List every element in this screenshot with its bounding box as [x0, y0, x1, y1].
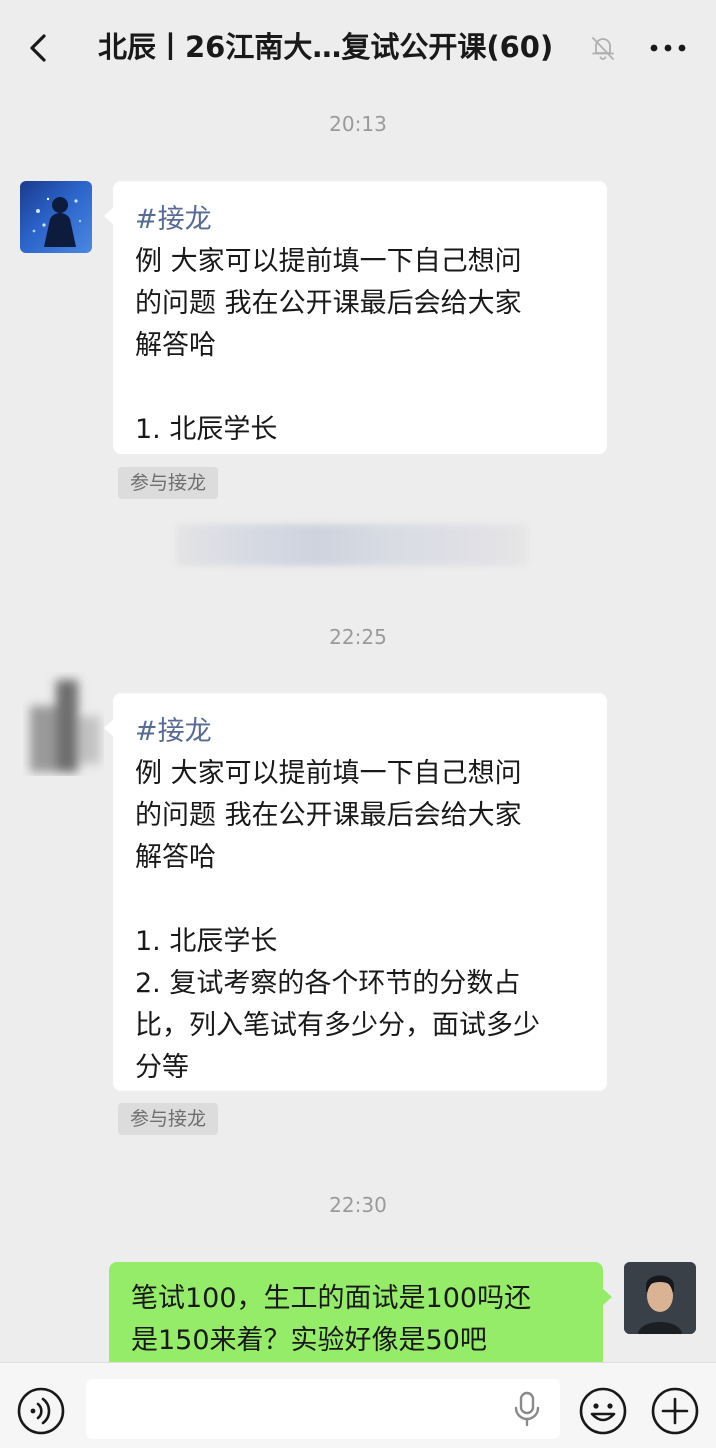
- voice-icon[interactable]: [16, 1386, 66, 1436]
- avatar-figure-icon: [32, 197, 82, 247]
- emoji-icon[interactable]: [578, 1386, 628, 1436]
- message-line: 例 大家可以提前填一下自己想问: [135, 246, 522, 277]
- avatar-person-icon: [624, 1262, 696, 1334]
- message-line: 解答哈: [135, 330, 216, 361]
- message-line: 笔试100，生工的面试是100吗还: [131, 1283, 532, 1314]
- avatar-blurred-icon: [30, 680, 100, 772]
- solitaire-tag[interactable]: #接龙: [135, 199, 585, 241]
- solitaire-entry: 2. 复试考察的各个环节的分数占: [135, 968, 521, 999]
- microphone-icon[interactable]: [512, 1390, 542, 1428]
- join-solitaire-button[interactable]: 参与接龙: [118, 1103, 219, 1135]
- chevron-left-icon[interactable]: [22, 28, 56, 68]
- chat-header: 北辰丨26江南大…复试公开课(60): [0, 0, 716, 92]
- solitaire-entry: 比，列入笔试有多少分，面试多少: [135, 1010, 540, 1041]
- solitaire-entry: 分等: [135, 1052, 189, 1083]
- timestamp: 22:25: [329, 625, 387, 649]
- plus-icon[interactable]: [650, 1386, 700, 1436]
- message-input[interactable]: [86, 1379, 560, 1439]
- avatar[interactable]: [20, 181, 92, 253]
- solitaire-entry: 1. 北辰学长: [135, 926, 278, 957]
- avatar[interactable]: [12, 672, 104, 776]
- solitaire-tag[interactable]: #接龙: [135, 711, 585, 753]
- timestamp: 20:13: [329, 112, 387, 136]
- solitaire-entry: 1. 北辰学长: [135, 414, 278, 445]
- ellipsis-icon[interactable]: [646, 30, 690, 66]
- message-bubble[interactable]: #接龙 例 大家可以提前填一下自己想问 的问题 我在公开课最后会给大家 解答哈 …: [104, 181, 607, 454]
- my-avatar[interactable]: [624, 1262, 696, 1334]
- blurred-system-message: [176, 524, 528, 566]
- join-solitaire-button[interactable]: 参与接龙: [118, 467, 219, 499]
- message-line: 例 大家可以提前填一下自己想问: [135, 758, 522, 789]
- message-line: 的问题 我在公开课最后会给大家: [135, 800, 522, 831]
- message-line: 解答哈: [135, 842, 216, 873]
- chat-title: 北辰丨26江南大…复试公开课(60): [98, 30, 554, 64]
- message-line: 的问题 我在公开课最后会给大家: [135, 288, 522, 319]
- my-message-bubble[interactable]: 笔试100，生工的面试是100吗还 是150来着？实验好像是50吧: [109, 1262, 612, 1372]
- timestamp: 22:30: [329, 1193, 387, 1217]
- bell-off-icon: [592, 37, 614, 60]
- message-line: 是150来着？实验好像是50吧: [131, 1325, 487, 1356]
- input-bar: [0, 1362, 716, 1448]
- message-bubble[interactable]: #接龙 例 大家可以提前填一下自己想问 的问题 我在公开课最后会给大家 解答哈 …: [104, 693, 607, 1091]
